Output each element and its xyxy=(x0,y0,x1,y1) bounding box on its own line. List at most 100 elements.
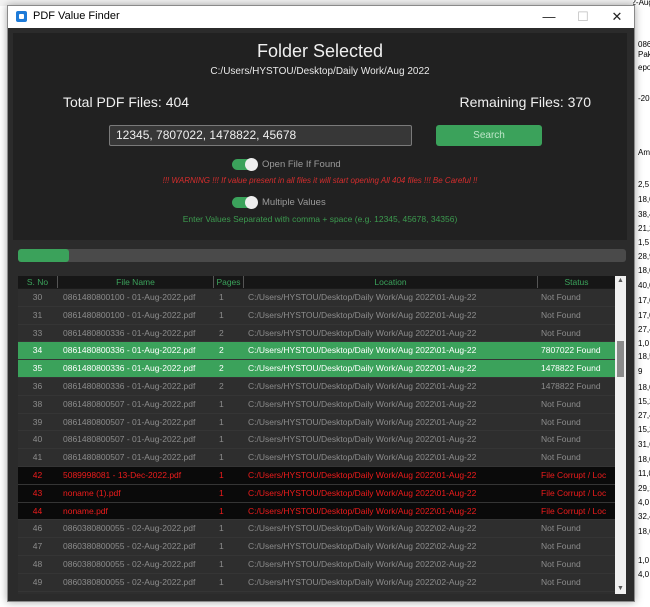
cell-location: C:/Users/HYSTOU/Desktop/Daily Work/Aug 2… xyxy=(248,380,477,391)
cell-location: C:/Users/HYSTOU/Desktop/Daily Work/Aug 2… xyxy=(248,345,477,356)
cell-pages: 1 xyxy=(219,452,224,463)
table-body: 30 0861480800100 - 01-Aug-2022.pdf 1 C:/Use… xyxy=(18,289,615,594)
folder-path: C:/Users/HYSTOU/Desktop/Daily Work/Aug 2… xyxy=(210,66,430,77)
cell-pages: 2 xyxy=(219,345,224,356)
cell-location: C:/Users/HYSTOU/Desktop/Daily Work/Aug 2… xyxy=(248,363,477,374)
cell-pages: 1 xyxy=(219,398,224,409)
cell-sno: 41 xyxy=(32,452,43,463)
background-cell: 18,0 xyxy=(638,527,650,536)
background-cell: 31,6 xyxy=(638,440,650,449)
background-cell: 27,4 xyxy=(638,411,650,420)
table-row[interactable]: 44 noname.pdf 1 C:/Users/HYSTOU/Desktop/Dai… xyxy=(18,502,615,521)
table-row[interactable]: 51 0860380800066 - 02-Aug-2022.pdf1C:/Use… xyxy=(18,591,615,594)
cell-pages: 1 xyxy=(214,592,248,594)
cell-file-name: 0861480800507 - 01-Aug-2022.pdf xyxy=(63,416,196,427)
search-button[interactable]: Search xyxy=(436,125,542,146)
cell-pages: 1 xyxy=(219,523,224,534)
background-cell: 2,5 xyxy=(638,180,650,189)
table-row[interactable]: 43 noname (1).pdf 1 C:/Users/HYSTOU/Desktop… xyxy=(18,484,615,503)
background-cell: 18,0 xyxy=(638,383,650,392)
table-row[interactable]: 33 0861480800336 - 01-Aug-2022.pdf 2 C:/Use… xyxy=(18,324,615,343)
cell-sno: 47 xyxy=(32,541,43,552)
app-icon xyxy=(16,11,27,22)
cell-pages: 1 xyxy=(219,541,224,552)
table-row[interactable]: 49 0860380800055 - 02-Aug-2022.pdf 1 C:/Use… xyxy=(18,573,615,592)
cell-sno: 51 xyxy=(18,592,57,594)
open-file-switch[interactable] xyxy=(232,158,258,171)
background-cell: 1,5 xyxy=(638,238,650,247)
cell-file-name: 0861480800336 - 01-Aug-2022.pdf xyxy=(63,327,196,338)
cell-location: C:/Users/HYSTOU/Desktop/Daily Work/Aug 2… xyxy=(248,416,477,427)
background-cell: 17,0 xyxy=(638,296,650,305)
warning-text: !!! WARNING !!! If value present in all … xyxy=(162,176,478,185)
table-row[interactable]: 31 0861480800100 - 01-Aug-2022.pdf 1 C:/Use… xyxy=(18,306,615,325)
cell-sno: 39 xyxy=(32,416,43,427)
cell-pages: 1 xyxy=(219,292,224,302)
background-date: 02-Aug-2022 xyxy=(633,0,650,7)
multiple-values-switch[interactable] xyxy=(232,196,258,209)
cell-file-name: 0861480800336 - 01-Aug-2022.pdf xyxy=(63,363,196,374)
column-header-file-name[interactable]: File Name xyxy=(58,276,214,288)
cell-sno: 48 xyxy=(32,558,43,569)
values-input[interactable]: 12345, 7807022, 1478822, 45678 xyxy=(109,125,412,146)
background-cell: 18,0 xyxy=(638,455,650,464)
cell-file-name: 0860380800066 - 02-Aug-2022.pdf xyxy=(63,592,213,594)
background-cell: 21,2 xyxy=(638,224,650,233)
folder-title: Folder Selected xyxy=(256,41,384,61)
background-cell: 29,1 xyxy=(638,484,650,493)
table-row[interactable]: 38 0861480800507 - 01-Aug-2022.pdf 1 C:/Use… xyxy=(18,395,615,414)
cell-location: C:/Users/HYSTOU/Desktop/Daily Work/Aug 2… xyxy=(248,505,477,516)
progress-bar xyxy=(18,249,626,262)
scroll-up-icon[interactable]: ▲ xyxy=(615,276,626,286)
cell-file-name: 0861480800100 - 01-Aug-2022.pdf xyxy=(63,309,196,320)
table-row[interactable]: 36 0861480800336 - 01-Aug-2022.pdf 2 C:/Use… xyxy=(18,377,615,396)
cell-location: C:/Users/HYSTOU/Desktop/Daily Work/Aug 2… xyxy=(248,523,477,534)
cell-pages: 1 xyxy=(219,558,224,569)
cell-location: C:/Users/HYSTOU/Desktop/Daily Work/Aug 2… xyxy=(248,398,477,409)
column-header-status[interactable]: Status xyxy=(538,276,615,288)
column-header-pages[interactable]: Pages xyxy=(214,276,244,288)
table-row[interactable]: 30 0861480800100 - 01-Aug-2022.pdf 1 C:/Use… xyxy=(18,289,615,307)
background-cell: 4,0 xyxy=(638,498,650,507)
table-row[interactable]: 39 0861480800507 - 01-Aug-2022.pdf 1 C:/Use… xyxy=(18,413,615,432)
cell-location: C:/Users/HYSTOU/Desktop/Daily Work/Aug 2… xyxy=(248,327,477,338)
background-cell: 15,2 xyxy=(638,425,650,434)
column-header-location[interactable]: Location xyxy=(244,276,538,288)
cell-status: 7807022 Found xyxy=(541,345,601,356)
close-button[interactable]: ✕ xyxy=(600,6,634,28)
minimize-button[interactable]: — xyxy=(532,6,566,28)
cell-sno: 46 xyxy=(32,523,43,534)
table-row[interactable]: 46 0860380800055 - 02-Aug-2022.pdf 1 C:/Use… xyxy=(18,520,615,539)
background-cell: -202 xyxy=(638,94,650,103)
cell-location: C:/Users/HYSTOU/Desktop/Daily Work/Aug 2… xyxy=(248,541,477,552)
cell-sno: 43 xyxy=(32,487,43,498)
cell-status: Not Found xyxy=(541,416,581,427)
cell-file-name: 0860380800055 - 02-Aug-2022.pdf xyxy=(63,576,196,587)
table-row[interactable]: 41 0861480800507 - 01-Aug-2022.pdf 1 C:/Use… xyxy=(18,449,615,467)
cell-file-name: 0860380800055 - 02-Aug-2022.pdf xyxy=(63,541,196,552)
cell-file-name: 0860380800055 - 02-Aug-2022.pdf xyxy=(63,558,196,569)
table-row[interactable]: 42 5089998081 - 13-Dec-2022.pdf 1 C:/Users/… xyxy=(18,466,615,485)
cell-status: 1478822 Found xyxy=(541,380,601,391)
background-cell: 1,0 xyxy=(638,556,650,565)
table-row[interactable]: 47 0860380800055 - 02-Aug-2022.pdf 1 C:/Use… xyxy=(18,538,615,556)
table-row[interactable]: 40 0861480800507 - 01-Aug-2022.pdf 1 C:/Use… xyxy=(18,431,615,450)
cell-status: Not Found xyxy=(541,434,581,445)
table-row[interactable]: 35 0861480800336 - 01-Aug-2022.pdf 2 C:/Use… xyxy=(18,360,615,378)
table-row[interactable]: 48 0860380800055 - 02-Aug-2022.pdf 1 C:/Use… xyxy=(18,555,615,574)
cell-sno: 49 xyxy=(32,576,43,587)
cell-location: C:/Users/HYSTOU/Desktop/Daily Work/Aug 2… xyxy=(248,292,477,302)
cell-status: File Corrupt / Loc xyxy=(541,487,607,498)
cell-sno: 36 xyxy=(32,380,43,391)
background-cell: 0861 xyxy=(638,40,650,49)
maximize-button[interactable]: ☐ xyxy=(566,6,600,28)
table-scrollbar[interactable]: ▲ ▼ xyxy=(615,276,626,594)
cell-file-name: 0860380800055 - 02-Aug-2022.pdf xyxy=(63,523,196,534)
column-header-sno[interactable]: S. No xyxy=(18,276,58,288)
scroll-down-icon[interactable]: ▼ xyxy=(615,584,626,594)
table-row[interactable]: 34 0861480800336 - 01-Aug-2022.pdf 2 C:/Use… xyxy=(18,342,615,361)
progress-fill xyxy=(18,249,70,262)
cell-pages: 1 xyxy=(219,309,224,320)
cell-location: C:/Users/HYSTOU/Desktop/Daily Work/Aug 2… xyxy=(248,434,477,445)
scrollbar-thumb[interactable] xyxy=(617,341,624,377)
